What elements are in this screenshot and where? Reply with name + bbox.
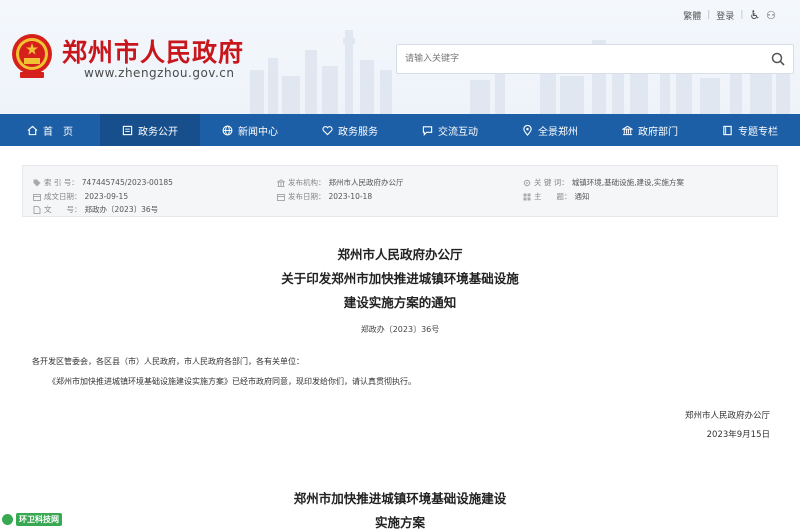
meta-doc-number: 文 号： 郑政办〔2023〕36号 xyxy=(33,204,158,215)
traditional-chinese-link[interactable]: 繁體 xyxy=(683,9,701,22)
signature-date: 2023年9月15日 xyxy=(706,430,770,440)
home-icon xyxy=(27,125,38,135)
document-title-line1: 关于印发郑州市加快推进城镇环境基础设施 xyxy=(281,271,519,286)
nav-item-news-center[interactable]: 新闻中心 xyxy=(200,114,300,146)
meta-key: 索 引 号： xyxy=(44,178,79,187)
signature-org: 郑州市人民政府办公厅 xyxy=(684,411,770,421)
grid-icon xyxy=(523,193,531,200)
meta-key: 发布日期： xyxy=(288,192,326,201)
top-links: 繁體 | 登录 | ♿ ⚇ xyxy=(683,8,776,22)
nav-item-government-affairs-open[interactable]: 政务公开 xyxy=(100,114,200,146)
main-nav: 首 页 政务公开 新闻中心 政务服务 交流互动 全景郑州 政府部门 专题专栏 xyxy=(0,114,800,146)
meta-value: 747445745/2023-00185 xyxy=(81,178,173,187)
nav-label: 政府部门 xyxy=(638,126,678,138)
search-box xyxy=(396,44,794,74)
watermark-logo-icon xyxy=(2,514,13,525)
document-meta-box: 索 引 号： 747445745/2023-00185 成文日期： 2023-0… xyxy=(22,165,778,217)
building-icon xyxy=(277,178,285,187)
document-number: 郑政办〔2023〕36号 xyxy=(360,325,440,334)
separator: | xyxy=(707,10,711,20)
nav-item-panoramic-zhengzhou[interactable]: 全景郑州 xyxy=(500,114,600,146)
site-title[interactable]: 郑州市人民政府 xyxy=(62,33,244,69)
attachment-title-line2: 实施方案 xyxy=(374,515,425,530)
heart-icon xyxy=(322,125,333,135)
nav-label: 全景郑州 xyxy=(538,126,578,138)
separator: | xyxy=(740,10,744,20)
meta-value: 2023-09-15 xyxy=(84,192,129,201)
tag-icon xyxy=(33,179,41,186)
book-icon xyxy=(723,125,732,135)
document-body: 《郑州市加快推进城镇环境基础设施建设实施方案》已经市政府同意，现印发给你们，请认… xyxy=(48,377,416,386)
nav-label: 政务公开 xyxy=(138,126,178,138)
meta-index: 索 引 号： 747445745/2023-00185 xyxy=(33,177,173,188)
nav-item-home[interactable]: 首 页 xyxy=(0,114,100,146)
meta-keywords: 关 键 词： 城镇环境,基础设施,建设,实施方案 xyxy=(523,177,684,188)
accessibility-icon[interactable]: ♿ xyxy=(749,8,760,22)
site-url: www.zhengzhou.gov.cn xyxy=(84,66,235,80)
meta-key: 主 题： xyxy=(534,192,572,201)
document-addressees: 各开发区管委会，各区县（市）人民政府，市人民政府各部门，各有关单位： xyxy=(32,357,304,366)
meta-value: 2023-10-18 xyxy=(328,192,373,201)
settings-icon xyxy=(523,179,531,186)
meta-key: 关 键 词： xyxy=(534,178,569,187)
calendar-icon xyxy=(277,193,285,201)
attachment-title-line1: 郑州市加快推进城镇环境基础设施建设 xyxy=(293,491,507,506)
nav-item-government-departments[interactable]: 政府部门 xyxy=(600,114,700,146)
meta-value: 郑州市人民政府办公厅 xyxy=(328,178,404,187)
meta-published-date: 发布日期： 2023-10-18 xyxy=(277,191,372,202)
watermark: 环卫科技网 xyxy=(2,513,62,526)
watermark-text: 环卫科技网 xyxy=(16,513,62,526)
nav-item-interaction[interactable]: 交流互动 xyxy=(400,114,500,146)
search-input[interactable] xyxy=(397,45,773,73)
meta-created-date: 成文日期： 2023-09-15 xyxy=(33,191,128,202)
document-title-line2: 建设实施方案的通知 xyxy=(343,295,457,310)
nav-label: 政务服务 xyxy=(338,126,378,138)
chat-icon xyxy=(422,125,433,136)
calendar-icon xyxy=(33,193,41,201)
meta-value: 城镇环境,基础设施,建设,实施方案 xyxy=(571,178,684,187)
document-issuer: 郑州市人民政府办公厅 xyxy=(337,247,463,262)
login-link[interactable]: 登录 xyxy=(716,9,734,22)
elderly-mode-icon[interactable]: ⚇ xyxy=(766,9,776,22)
file-icon xyxy=(33,205,41,214)
meta-value: 通知 xyxy=(574,192,590,201)
meta-value: 郑政办〔2023〕36号 xyxy=(84,205,159,214)
nav-label: 新闻中心 xyxy=(238,126,278,138)
building-icon xyxy=(622,125,633,135)
nav-label: 首 页 xyxy=(43,126,73,138)
search-button[interactable] xyxy=(767,49,789,69)
document-icon xyxy=(122,125,133,135)
site-header: 繁體 | 登录 | ♿ ⚇ 郑州市人民政府 www.zhengzhou.gov.… xyxy=(0,0,800,114)
meta-key: 成文日期： xyxy=(44,192,82,201)
meta-key: 文 号： xyxy=(44,205,82,214)
location-icon xyxy=(523,124,532,136)
search-icon xyxy=(771,52,785,66)
nav-item-special-topics[interactable]: 专题专栏 xyxy=(700,114,800,146)
meta-publisher: 发布机构： 郑州市人民政府办公厅 xyxy=(277,177,404,188)
meta-subject: 主 题： 通知 xyxy=(523,191,590,202)
meta-key: 发布机构： xyxy=(288,178,326,187)
nav-item-government-services[interactable]: 政务服务 xyxy=(300,114,400,146)
national-emblem-logo xyxy=(12,34,52,78)
globe-icon xyxy=(222,125,233,135)
nav-label: 专题专栏 xyxy=(738,126,778,138)
nav-label: 交流互动 xyxy=(438,126,478,138)
